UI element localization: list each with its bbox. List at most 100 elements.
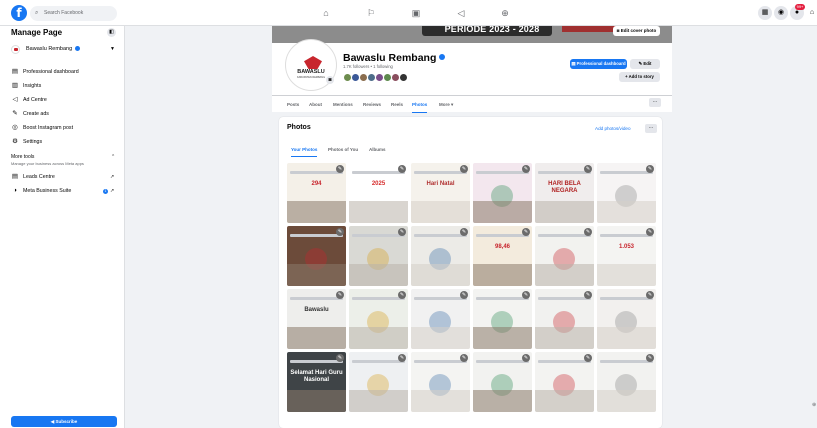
edit-photo-icon[interactable]: ✎ — [336, 165, 344, 173]
tab-your-photos[interactable]: Your Photos — [291, 142, 318, 157]
search-input[interactable]: ⌕ Search Facebook — [30, 6, 117, 21]
edit-photo-icon[interactable]: ✎ — [398, 291, 406, 299]
edit-photo-icon[interactable]: ✎ — [646, 165, 654, 173]
messenger-icon[interactable]: ◉ — [774, 6, 788, 20]
menu-grid-icon[interactable]: ▦ — [758, 6, 772, 20]
sidebar-item-ad-centre[interactable]: ◁ Ad Centre — [11, 95, 47, 105]
edit-photo-icon[interactable]: ✎ — [460, 228, 468, 236]
professional-dashboard-button[interactable]: ▤ Professional dashboard — [570, 59, 627, 69]
edit-photo-icon[interactable]: ✎ — [522, 165, 530, 173]
photo-tile[interactable]: ✎ — [349, 226, 408, 286]
photo-tile[interactable]: ✎ — [535, 226, 594, 286]
photo-tile[interactable]: HARI BELA NEGARA ✎ — [535, 163, 594, 223]
photo-header-strip — [352, 360, 405, 363]
edit-photo-icon[interactable]: ✎ — [522, 228, 530, 236]
photo-tile[interactable]: 1.053 ✎ — [597, 226, 656, 286]
tab-about[interactable]: About — [309, 96, 322, 113]
tab-reviews[interactable]: Reviews — [363, 96, 381, 113]
facebook-logo-icon[interactable]: f — [11, 5, 27, 21]
sidebar-item-boost-instagram[interactable]: ◎ Boost Instagram post — [11, 123, 73, 133]
sidebar-item-settings[interactable]: ⚙ Settings — [11, 137, 42, 147]
edit-photo-icon[interactable]: ✎ — [460, 291, 468, 299]
edit-photo-icon[interactable]: ✎ — [398, 354, 406, 362]
edit-photo-icon[interactable]: ✎ — [646, 228, 654, 236]
chevron-up-icon[interactable]: ⌃ — [111, 154, 115, 160]
edit-photo-icon[interactable]: ✎ — [398, 228, 406, 236]
photo-tile[interactable]: ✎ — [473, 163, 532, 223]
photos-more-options-icon[interactable]: ··· — [645, 124, 657, 133]
add-to-story-button[interactable]: + Add to story — [619, 72, 660, 82]
tab-more[interactable]: More ▾ — [439, 96, 453, 113]
edit-photo-icon[interactable]: ✎ — [460, 354, 468, 362]
edit-photo-icon[interactable]: ✎ — [584, 291, 592, 299]
photo-tile[interactable]: ✎ — [535, 352, 594, 412]
edit-photo-icon[interactable]: ✎ — [336, 291, 344, 299]
tab-mentions[interactable]: Mentions — [333, 96, 353, 113]
video-icon[interactable]: ▣ — [408, 5, 424, 21]
photo-image-area — [349, 327, 408, 349]
more-options-icon[interactable]: ··· — [649, 98, 661, 107]
edit-photo-icon[interactable]: ✎ — [522, 291, 530, 299]
edit-cover-photo-button[interactable]: ◙ Edit cover photo — [613, 26, 660, 36]
tab-posts[interactable]: Posts — [287, 96, 299, 113]
edit-photo-icon[interactable]: ✎ — [460, 165, 468, 173]
collapse-sidebar-button[interactable]: ◧ — [107, 28, 116, 37]
follower-avatars[interactable] — [343, 73, 408, 82]
subscribe-button[interactable]: ◀ Subscribe — [11, 416, 117, 427]
home-icon[interactable]: ⌂ — [318, 5, 334, 21]
photo-tile[interactable]: ✎ — [535, 289, 594, 349]
edit-photo-icon[interactable]: ✎ — [584, 354, 592, 362]
edit-photo-icon[interactable]: ✎ — [584, 165, 592, 173]
edit-photo-icon[interactable]: ✎ — [646, 354, 654, 362]
edit-photo-icon[interactable]: ✎ — [336, 228, 344, 236]
edit-photo-icon[interactable]: ✎ — [336, 354, 344, 362]
photo-header-strip — [290, 171, 343, 174]
photo-tile[interactable]: ✎ — [411, 226, 470, 286]
photo-tile[interactable]: ✎ — [597, 289, 656, 349]
photo-tile[interactable]: 98,46 ✎ — [473, 226, 532, 286]
photo-tile[interactable]: ✎ — [411, 289, 470, 349]
tab-albums[interactable]: Albums — [369, 142, 386, 157]
photo-image-area — [287, 327, 346, 349]
edit-page-button[interactable]: ✎ Edit — [630, 59, 660, 69]
cover-photo: PERIODE 2023 - 2028 — [272, 26, 672, 43]
account-avatar[interactable]: ⌂ — [805, 6, 817, 20]
photo-tile[interactable]: Hari Natal ✎ — [411, 163, 470, 223]
zoom-icon[interactable]: ⊕ — [812, 402, 817, 414]
photo-tile[interactable]: ✎ — [411, 352, 470, 412]
more-tools-section[interactable]: More tools Manage your business across M… — [11, 154, 84, 166]
edit-photo-icon[interactable]: ✎ — [584, 228, 592, 236]
photo-tile[interactable]: ✎ — [473, 289, 532, 349]
add-photos-video-link[interactable]: Add photos/video — [595, 126, 631, 131]
photo-tile[interactable]: ✎ — [349, 352, 408, 412]
sidebar-item-leads-centre[interactable]: ▤ Leads Centre — [11, 172, 55, 182]
sidebar-item-professional-dashboard[interactable]: ▤ Professional dashboard — [11, 67, 79, 77]
photo-tile[interactable]: Selamat Hari Guru Nasional ✎ — [287, 352, 346, 412]
photo-tile[interactable]: Bawaslu ✎ — [287, 289, 346, 349]
sidebar-item-insights[interactable]: ▥ Insights — [11, 81, 41, 91]
manage-page-sidebar: Manage Page ◧ Bawaslu Rembang ▼ ▤ Profes… — [0, 26, 125, 428]
sidebar-item-meta-business-suite[interactable]: ◑ Meta Business Suite — [11, 186, 71, 196]
edit-photo-icon[interactable]: ✎ — [646, 291, 654, 299]
photo-tile[interactable]: ✎ — [349, 289, 408, 349]
photo-tile[interactable]: 294 ✎ — [287, 163, 346, 223]
photo-tile[interactable]: ✎ — [597, 163, 656, 223]
page-switcher[interactable]: Bawaslu Rembang ▼ — [11, 42, 117, 56]
sidebar-item-create-ads[interactable]: ✎ Create ads — [11, 109, 49, 119]
photo-image-area — [411, 264, 470, 286]
verified-icon — [75, 46, 81, 52]
camera-icon[interactable]: ◙ — [326, 76, 334, 84]
gaming-icon[interactable]: ⊕ — [497, 5, 513, 21]
photo-tile[interactable]: ✎ — [597, 352, 656, 412]
edit-photo-icon[interactable]: ✎ — [398, 165, 406, 173]
tab-reels[interactable]: Reels — [391, 96, 403, 113]
flag-icon[interactable]: ⚐ — [363, 5, 379, 21]
megaphone-icon[interactable]: ◁ — [453, 5, 469, 21]
edit-photo-icon[interactable]: ✎ — [522, 354, 530, 362]
tab-photos[interactable]: Photos — [412, 96, 428, 113]
photo-tile[interactable]: 2025 ✎ — [349, 163, 408, 223]
photo-tile[interactable]: ✎ — [287, 226, 346, 286]
photo-tile[interactable]: ✎ — [473, 352, 532, 412]
followers-count[interactable]: 1.7K followers • 1 following — [343, 64, 393, 69]
tab-photos-of-you[interactable]: Photos of You — [328, 142, 358, 157]
